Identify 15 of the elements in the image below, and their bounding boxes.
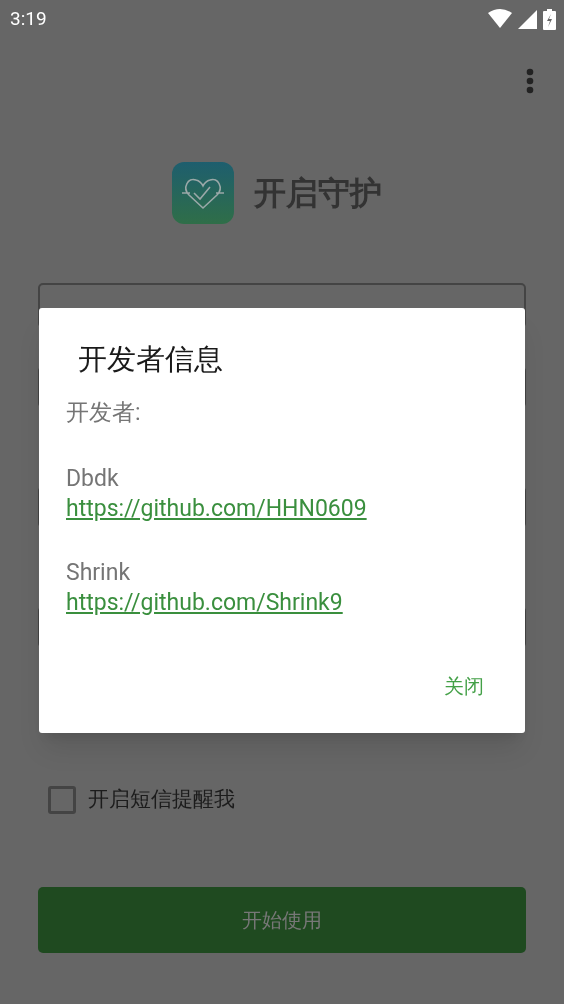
github-link[interactable]: https://github.com/Shrink9 [66,588,343,618]
battery-icon [543,8,556,30]
developers-label: 开发者: [66,397,142,428]
status-time: 3:19 [10,5,47,32]
wifi-icon [488,9,512,29]
github-link[interactable]: https://github.com/HHN0609 [66,494,367,524]
dialog-title: 开发者信息 [78,341,224,378]
sms-reminder-label: 开启短信提醒我 [88,786,235,813]
developer-name: Shrink [66,558,132,588]
close-button[interactable]: 关闭 [430,665,498,707]
signal-icon [518,9,537,29]
more-menu-icon[interactable] [526,68,534,94]
sms-checkbox[interactable] [48,785,76,814]
heart-check-icon [172,162,234,224]
developer-name: Dbdk [66,464,120,494]
